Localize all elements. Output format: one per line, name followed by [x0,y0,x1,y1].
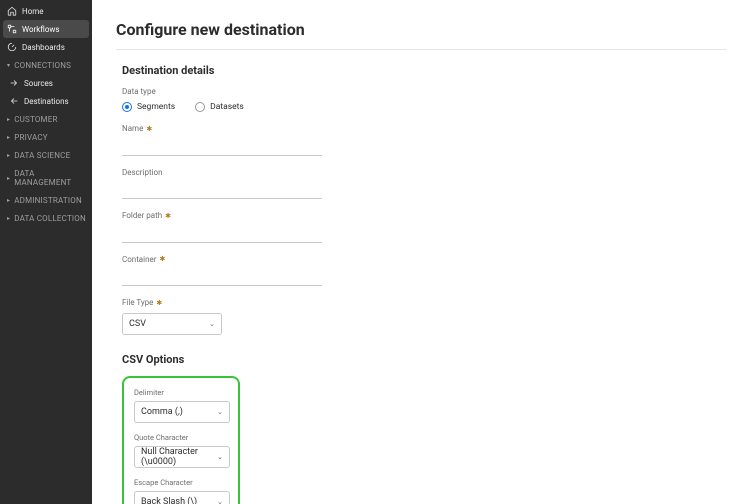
chevron-down-icon: ⌄ [209,320,215,328]
section-csv-options: CSV Options [122,353,726,366]
file-type-value: CSV [129,319,146,329]
nav-home[interactable]: Home [0,2,92,20]
delimiter-value: Comma (,) [141,407,183,417]
chevron-down-icon: ⌄ [217,453,223,461]
home-icon [7,6,17,16]
nav-destinations[interactable]: Destinations [0,92,92,110]
chevron-right-icon: ▸ [7,152,10,159]
section-destination-details: Destination details [122,64,726,77]
data-type-label: Data type [122,87,726,96]
nav-section-privacy[interactable]: ▸ PRIVACY [0,128,92,146]
radio-segments[interactable]: Segments [122,102,175,112]
csv-options-highlight: Delimiter Comma (,) ⌄ Quote Character Nu… [122,376,240,504]
delimiter-select[interactable]: Comma (,) ⌄ [134,401,230,423]
divider [116,49,726,50]
chevron-right-icon: ▸ [7,175,10,182]
nav-section-administration-label: ADMINISTRATION [14,196,82,205]
nav-section-connections[interactable]: ▾ CONNECTIONS [0,56,92,74]
nav-section-customer[interactable]: ▸ CUSTOMER [0,110,92,128]
escape-char-select[interactable]: Back Slash (\) ⌄ [134,491,230,504]
chevron-right-icon: ▸ [7,134,10,141]
folder-path-label: Folder path✱ [122,211,726,220]
file-type-select[interactable]: CSV ⌄ [122,313,222,335]
sources-icon [9,78,19,88]
folder-path-input[interactable] [122,227,322,243]
required-star-icon: ✱ [156,299,162,307]
chevron-right-icon: ▸ [7,116,10,123]
chevron-down-icon: ▾ [7,62,10,69]
chevron-right-icon: ▸ [7,197,10,204]
quote-char-value: Null Character (\u0000) [141,447,217,467]
nav-workflows-label: Workflows [22,25,60,34]
chevron-down-icon: ⌄ [217,408,223,416]
nav-dashboards-label: Dashboards [22,43,65,52]
name-label: Name✱ [122,124,726,133]
radio-datasets-label: Datasets [210,102,244,112]
nav-home-label: Home [22,7,44,16]
nav-dashboards[interactable]: Dashboards [0,38,92,56]
nav-section-customer-label: CUSTOMER [14,115,57,124]
radio-dot-icon [195,102,205,112]
main-content: Configure new destination Destination de… [92,0,750,504]
required-star-icon: ✱ [165,212,171,220]
destinations-icon [9,96,19,106]
quote-char-select[interactable]: Null Character (\u0000) ⌄ [134,446,230,468]
dashboards-icon [7,42,17,52]
nav-section-connections-label: CONNECTIONS [14,61,71,70]
name-input[interactable] [122,140,322,156]
nav-section-data-collection-label: DATA COLLECTION [14,214,86,223]
radio-dot-icon [122,102,132,112]
page-title: Configure new destination [116,20,726,39]
nav-section-administration[interactable]: ▸ ADMINISTRATION [0,191,92,209]
description-label: Description [122,168,726,177]
description-input[interactable] [122,183,322,199]
nav-section-data-science[interactable]: ▸ DATA SCIENCE [0,146,92,164]
chevron-down-icon: ⌄ [217,498,223,504]
nav-section-data-collection[interactable]: ▸ DATA COLLECTION [0,209,92,227]
nav-sources[interactable]: Sources [0,74,92,92]
nav-section-data-science-label: DATA SCIENCE [14,151,70,160]
nav-section-data-management-label: DATA MANAGEMENT [14,169,86,187]
sidebar: Home Workflows Dashboards ▾ CONNECTIONS … [0,0,92,504]
container-input[interactable] [122,270,322,286]
file-type-label: File Type✱ [122,298,726,307]
escape-char-label: Escape Character [134,478,228,487]
quote-char-label: Quote Character [134,433,228,442]
nav-workflows[interactable]: Workflows [3,20,89,38]
radio-segments-label: Segments [137,102,175,112]
required-star-icon: ✱ [159,255,165,263]
container-label: Container✱ [122,255,726,264]
nav-sources-label: Sources [24,79,53,88]
nav-destinations-label: Destinations [24,97,69,106]
workflows-icon [7,24,17,34]
chevron-right-icon: ▸ [7,215,10,222]
delimiter-label: Delimiter [134,388,228,397]
nav-section-data-management[interactable]: ▸ DATA MANAGEMENT [0,164,92,191]
escape-char-value: Back Slash (\) [141,497,197,504]
radio-datasets[interactable]: Datasets [195,102,244,112]
required-star-icon: ✱ [146,125,152,133]
nav-section-privacy-label: PRIVACY [14,133,48,142]
